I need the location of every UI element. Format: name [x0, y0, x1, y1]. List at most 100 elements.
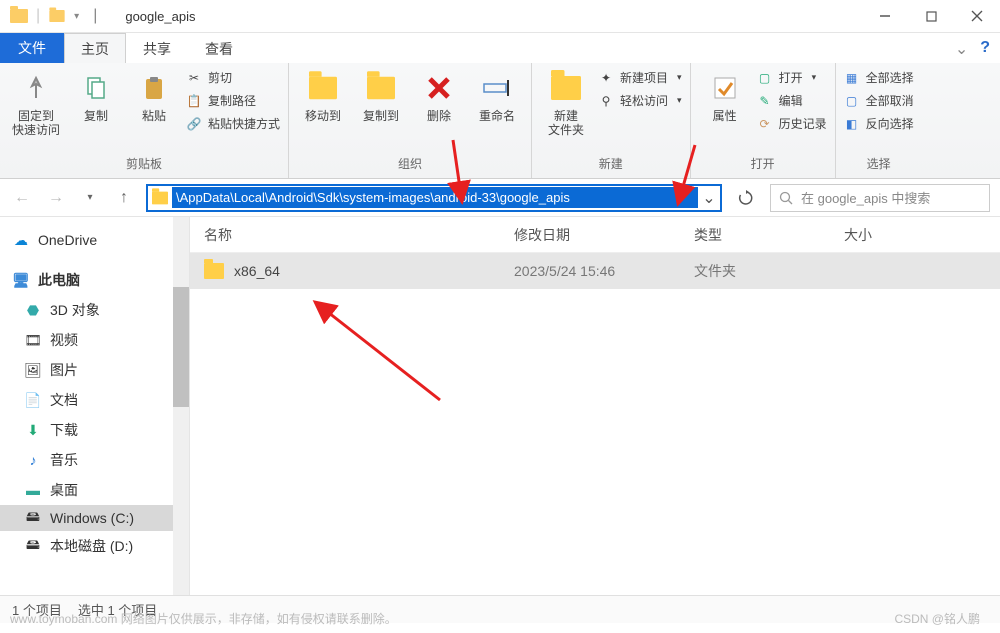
sidebar-desktop[interactable]: ▬桌面: [0, 475, 189, 505]
group-organize: 移动到 复制到 删除 重命名 组织: [289, 63, 532, 178]
col-type[interactable]: 类型: [694, 225, 844, 245]
group-open: 属性 ▢打开▾ ✎编辑 ⟳历史记录 打开: [691, 63, 836, 178]
sidebar-3dobjects[interactable]: ⬣3D 对象: [0, 295, 189, 325]
cut-button[interactable]: ✂剪切: [186, 69, 280, 86]
address-dropdown-icon[interactable]: ⌄: [698, 188, 720, 208]
open-button[interactable]: ▢打开▾: [757, 69, 827, 86]
newitem-button[interactable]: ✦新建项目▾: [598, 69, 682, 86]
3d-icon: ⬣: [24, 302, 42, 318]
back-button[interactable]: ←: [10, 186, 34, 210]
sidebar-drive-c[interactable]: 🖴Windows (C:): [0, 505, 189, 531]
desktop-icon: ▬: [24, 482, 42, 498]
history-icon: ⟳: [757, 116, 773, 132]
sidebar-onedrive[interactable]: ☁ OneDrive: [0, 227, 189, 253]
file-date: 2023/5/24 15:46: [514, 263, 694, 279]
group-select-label: 选择: [844, 151, 914, 178]
close-button[interactable]: [954, 0, 1000, 32]
copyto-button[interactable]: 复制到: [355, 67, 407, 127]
recent-dropdown[interactable]: ▾: [78, 186, 102, 210]
download-icon: ⬇: [24, 422, 42, 438]
invert-button[interactable]: ◧反向选择: [844, 115, 914, 132]
sidebar-downloads[interactable]: ⬇下载: [0, 415, 189, 445]
content-pane: 名称 修改日期 类型 大小 x86_64 2023/5/24 15:46 文件夹: [190, 217, 1000, 595]
video-icon: 🎞: [24, 332, 42, 348]
copy-button[interactable]: 复制: [70, 67, 122, 127]
edit-icon: ✎: [757, 93, 773, 109]
sidebar: ☁ OneDrive 🖥 此电脑 ⬣3D 对象 🎞视频 🖼图片 📄文档 ⬇下载 …: [0, 217, 190, 595]
group-organize-label: 组织: [297, 151, 523, 178]
onedrive-icon: ☁: [12, 232, 30, 248]
selectnone-button[interactable]: ▢全部取消: [844, 92, 914, 109]
history-button[interactable]: ⟳历史记录: [757, 115, 827, 132]
watermark-left: www.toymoban.com 网络图片仅供展示，非存储，如有侵权请联系删除。: [10, 610, 397, 627]
moveto-icon: [306, 71, 340, 105]
selectnone-icon: ▢: [844, 93, 860, 109]
paste-button[interactable]: 粘贴: [128, 67, 180, 127]
forward-button[interactable]: →: [44, 186, 68, 210]
col-date[interactable]: 修改日期: [514, 225, 694, 245]
navbar: ← → ▾ ↑ \AppData\Local\Android\Sdk\syste…: [0, 179, 1000, 217]
rename-button[interactable]: 重命名: [471, 67, 523, 127]
title-separator: |: [93, 7, 97, 25]
minimize-button[interactable]: [862, 0, 908, 32]
tab-file[interactable]: 文件: [0, 33, 64, 63]
qat-folder-icon: [50, 10, 65, 22]
pin-icon: [19, 71, 53, 105]
newfolder-icon: [549, 71, 583, 105]
scissors-icon: ✂: [186, 70, 202, 86]
window-title: google_apis: [125, 9, 195, 24]
refresh-button[interactable]: [732, 184, 760, 212]
sidebar-documents[interactable]: 📄文档: [0, 385, 189, 415]
ribbon: 固定到 快速访问 复制 粘贴 ✂剪切 📋复制路径 🔗粘贴快捷方式 剪贴板 移动到: [0, 63, 1000, 179]
file-row[interactable]: x86_64 2023/5/24 15:46 文件夹: [190, 253, 1000, 289]
qat-dropdown-icon[interactable]: ▾: [74, 11, 79, 22]
sidebar-videos[interactable]: 🎞视频: [0, 325, 189, 355]
pin-quickaccess-button[interactable]: 固定到 快速访问: [8, 67, 64, 142]
pasteshortcut-button[interactable]: 🔗粘贴快捷方式: [186, 115, 280, 132]
search-placeholder: 在 google_apis 中搜索: [801, 188, 930, 207]
ribbon-collapse-icon[interactable]: ⌄: [955, 39, 968, 59]
drive-icon: 🖴: [24, 510, 42, 526]
delete-button[interactable]: 删除: [413, 67, 465, 127]
tab-share[interactable]: 共享: [126, 33, 188, 63]
paste-icon: [137, 71, 171, 105]
up-button[interactable]: ↑: [112, 186, 136, 210]
tab-home[interactable]: 主页: [64, 33, 126, 63]
properties-button[interactable]: 属性: [699, 67, 751, 127]
copyto-icon: [364, 71, 398, 105]
folder-icon: [204, 263, 224, 279]
col-size[interactable]: 大小: [844, 225, 1000, 245]
selectall-icon: ▦: [844, 70, 860, 86]
file-type: 文件夹: [694, 261, 844, 281]
file-name: x86_64: [234, 263, 280, 279]
group-open-label: 打开: [699, 151, 827, 178]
selectall-button[interactable]: ▦全部选择: [844, 69, 914, 86]
document-icon: 📄: [24, 392, 42, 408]
sidebar-scrollbar[interactable]: [173, 217, 189, 595]
easyaccess-icon: ⚲: [598, 93, 614, 109]
address-text[interactable]: \AppData\Local\Android\Sdk\system-images…: [172, 187, 698, 208]
moveto-button[interactable]: 移动到: [297, 67, 349, 127]
sidebar-thispc[interactable]: 🖥 此电脑: [0, 265, 189, 295]
maximize-button[interactable]: [908, 0, 954, 32]
newfolder-button[interactable]: 新建 文件夹: [540, 67, 592, 142]
sidebar-music[interactable]: ♪音乐: [0, 445, 189, 475]
open-icon: ▢: [757, 70, 773, 86]
pc-icon: 🖥: [12, 272, 30, 288]
col-name[interactable]: 名称: [204, 225, 514, 245]
easyaccess-button[interactable]: ⚲轻松访问▾: [598, 92, 682, 109]
search-box[interactable]: 在 google_apis 中搜索: [770, 184, 990, 212]
music-icon: ♪: [24, 452, 42, 468]
address-bar[interactable]: \AppData\Local\Android\Sdk\system-images…: [146, 184, 722, 212]
rename-icon: [480, 71, 514, 105]
properties-icon: [708, 71, 742, 105]
sidebar-drive-d[interactable]: 🖴本地磁盘 (D:): [0, 531, 189, 561]
address-folder-icon: [148, 190, 172, 206]
tab-view[interactable]: 查看: [188, 33, 250, 63]
sidebar-pictures[interactable]: 🖼图片: [0, 355, 189, 385]
help-icon[interactable]: ?: [980, 39, 990, 59]
column-headers[interactable]: 名称 修改日期 类型 大小: [190, 217, 1000, 253]
edit-button[interactable]: ✎编辑: [757, 92, 827, 109]
copypath-button[interactable]: 📋复制路径: [186, 92, 280, 109]
copy-icon: [79, 71, 113, 105]
